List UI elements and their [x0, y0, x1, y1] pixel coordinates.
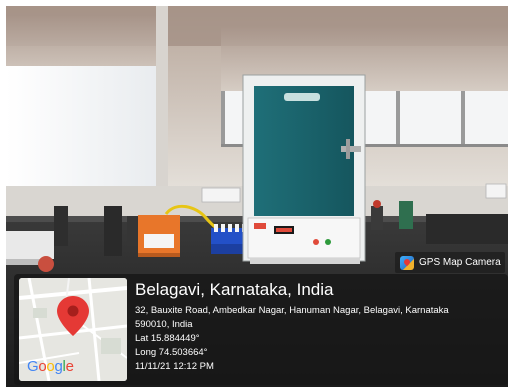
- google-logo: Google: [27, 358, 74, 375]
- address-line-1: 32, Bauxite Road, Ambedkar Nagar, Hanuma…: [135, 305, 449, 316]
- timestamp: 11/11/21 12:12 PM: [135, 361, 214, 372]
- location-text: Belagavi, Karnataka, India 32, Bauxite R…: [135, 280, 503, 374]
- map-thumbnail: Google: [19, 278, 127, 381]
- location-info-panel: Google Belagavi, Karnataka, India 32, Ba…: [14, 274, 508, 385]
- longitude: Long 74.503664°: [135, 347, 208, 358]
- latitude: Lat 15.884449°: [135, 333, 200, 344]
- address-line-2: 590010, India: [135, 319, 193, 330]
- photo-frame: GPS Map Camera Google Belagavi, Karnatak…: [6, 6, 508, 387]
- gps-map-camera-icon: [400, 255, 414, 270]
- gps-map-camera-badge: GPS Map Camera: [395, 252, 505, 273]
- location-title: Belagavi, Karnataka, India: [135, 280, 334, 299]
- badge-label: GPS Map Camera: [419, 257, 501, 268]
